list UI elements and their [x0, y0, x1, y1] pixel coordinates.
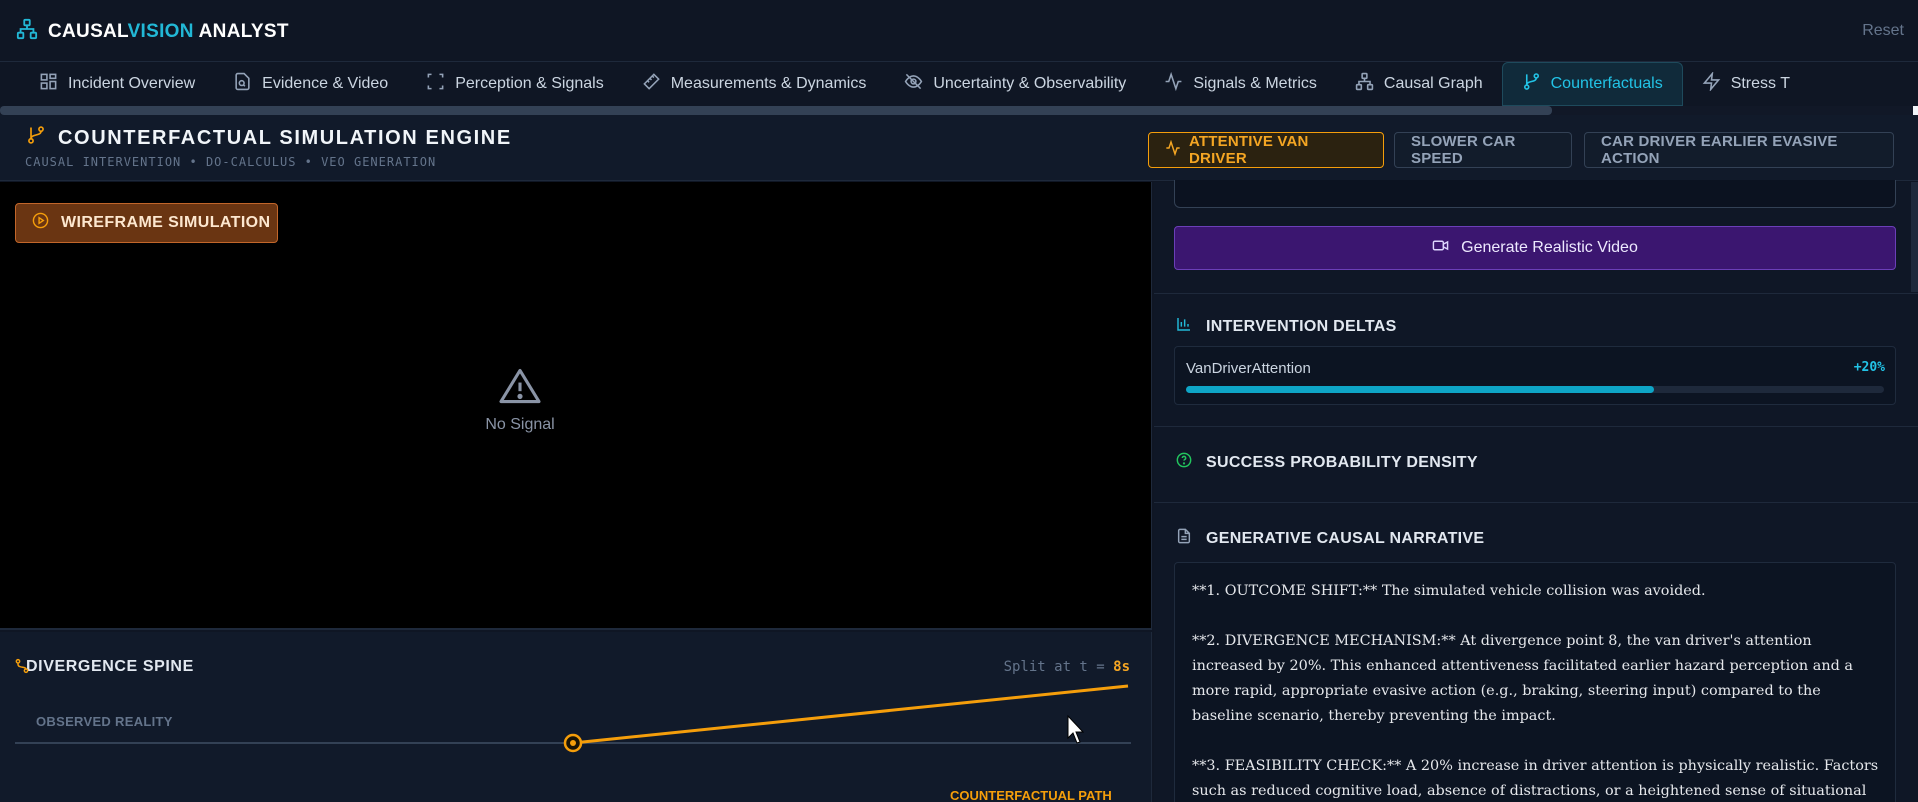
scenario-car-driver-earlier-evasive-action[interactable]: CAR DRIVER EARLIER EVASIVE ACTION	[1584, 132, 1894, 168]
eye-off-icon	[904, 72, 923, 96]
right-panel-scrollbar[interactable]	[1911, 182, 1918, 292]
no-signal-indicator: No Signal	[470, 367, 570, 434]
play-circle-icon	[32, 212, 49, 234]
observed-reality-label: OBSERVED REALITY	[36, 714, 173, 729]
divergence-spine-title: DIVERGENCE SPINE	[14, 658, 194, 676]
reset-button[interactable]: Reset	[1862, 22, 1904, 40]
narrative-paragraph: **2. DIVERGENCE MECHANISM:** At divergen…	[1192, 633, 1853, 724]
scenario-attentive-van-driver[interactable]: ATTENTIVE VAN DRIVER	[1148, 132, 1384, 168]
git-branch-icon	[1522, 72, 1541, 96]
tab-signals-metrics[interactable]: Signals & Metrics	[1145, 62, 1336, 106]
grid-icon	[39, 72, 58, 96]
tab-causal-graph[interactable]: Causal Graph	[1336, 62, 1502, 106]
activity-icon	[1165, 139, 1181, 160]
scenario-slower-car-speed[interactable]: SLOWER CAR SPEED	[1394, 132, 1572, 168]
divergence-spine-panel: DIVERGENCE SPINE Split at t = 8s OBSERVE…	[0, 632, 1152, 802]
help-circle-icon	[1176, 452, 1192, 473]
network-icon	[1355, 72, 1374, 96]
tab-evidence-video[interactable]: Evidence & Video	[214, 62, 407, 106]
narrative-paragraph: **1. OUTCOME SHIFT:** The simulated vehi…	[1192, 583, 1706, 599]
scan-icon	[426, 72, 445, 96]
divider	[1154, 426, 1918, 427]
tab-stress-test[interactable]: Stress T	[1683, 62, 1809, 106]
delta-bar-fill	[1186, 386, 1654, 393]
simulation-viewport[interactable]: WIREFRAME SIMULATION No Signal	[0, 182, 1152, 630]
delta-row: VanDriverAttention +20%	[1174, 346, 1896, 405]
mouse-cursor	[1067, 714, 1085, 744]
narrative-paragraph: **3. FEASIBILITY CHECK:** A 20% increase…	[1192, 758, 1879, 799]
tab-bar: Incident Overview Evidence & Video Perce…	[0, 62, 1918, 106]
network-logo-icon	[16, 18, 38, 45]
divergence-point-core	[570, 740, 576, 746]
no-signal-label: No Signal	[485, 416, 555, 433]
zap-icon	[1702, 71, 1721, 96]
divider	[1154, 293, 1918, 294]
intervention-deltas-title: INTERVENTION DELTAS	[1176, 316, 1397, 337]
counterfactual-path-line	[572, 684, 1129, 745]
top-bar: CAUSALVISION ANALYST Reset	[0, 0, 1918, 62]
delta-name: VanDriverAttention	[1186, 360, 1311, 377]
generate-realistic-video-button[interactable]: Generate Realistic Video	[1174, 226, 1896, 270]
bar-chart-icon	[1176, 316, 1192, 337]
narrative-text-box[interactable]: **1. OUTCOME SHIFT:** The simulated vehi…	[1174, 562, 1896, 802]
git-branch-icon	[26, 125, 46, 151]
warning-icon	[499, 368, 541, 409]
page-title: COUNTERFACTUAL SIMULATION ENGINE	[26, 125, 512, 151]
wireframe-simulation-button[interactable]: WIREFRAME SIMULATION	[15, 203, 278, 243]
tab-scroll-thumb[interactable]	[0, 106, 1552, 115]
delta-value: +20%	[1853, 360, 1885, 375]
divider	[1154, 502, 1918, 503]
tab-perception-signals[interactable]: Perception & Signals	[407, 62, 623, 106]
split-time-readout: Split at t = 8s	[1003, 659, 1130, 675]
scroll-corner	[1913, 106, 1918, 115]
tab-measurements-dynamics[interactable]: Measurements & Dynamics	[623, 62, 886, 106]
tab-incident-overview[interactable]: Incident Overview	[20, 62, 214, 106]
video-camera-icon	[1432, 237, 1449, 259]
file-search-icon	[233, 72, 252, 96]
activity-icon	[1164, 71, 1183, 96]
analysis-panel[interactable]: Generate Realistic Video INTERVENTION DE…	[1154, 180, 1918, 802]
counterfactual-path-label: COUNTERFACTUAL PATH	[950, 788, 1112, 802]
generative-causal-narrative-title: GENERATIVE CAUSAL NARRATIVE	[1176, 528, 1484, 549]
page-subtitle: CAUSAL INTERVENTION • DO-CALCULUS • VEO …	[25, 155, 437, 169]
delta-bar-track	[1186, 386, 1884, 393]
brand-name: CAUSALVISION ANALYST	[48, 20, 289, 42]
intervention-input[interactable]	[1174, 180, 1896, 208]
section-header: COUNTERFACTUAL SIMULATION ENGINE CAUSAL …	[0, 115, 1918, 181]
file-text-icon	[1176, 528, 1192, 549]
ruler-icon	[642, 72, 661, 96]
brand[interactable]: CAUSALVISION ANALYST	[16, 18, 289, 45]
tab-counterfactuals[interactable]: Counterfactuals	[1501, 62, 1683, 106]
tab-uncertainty-observability[interactable]: Uncertainty & Observability	[885, 62, 1145, 106]
success-probability-density-title: SUCCESS PROBABILITY DENSITY	[1176, 452, 1478, 473]
